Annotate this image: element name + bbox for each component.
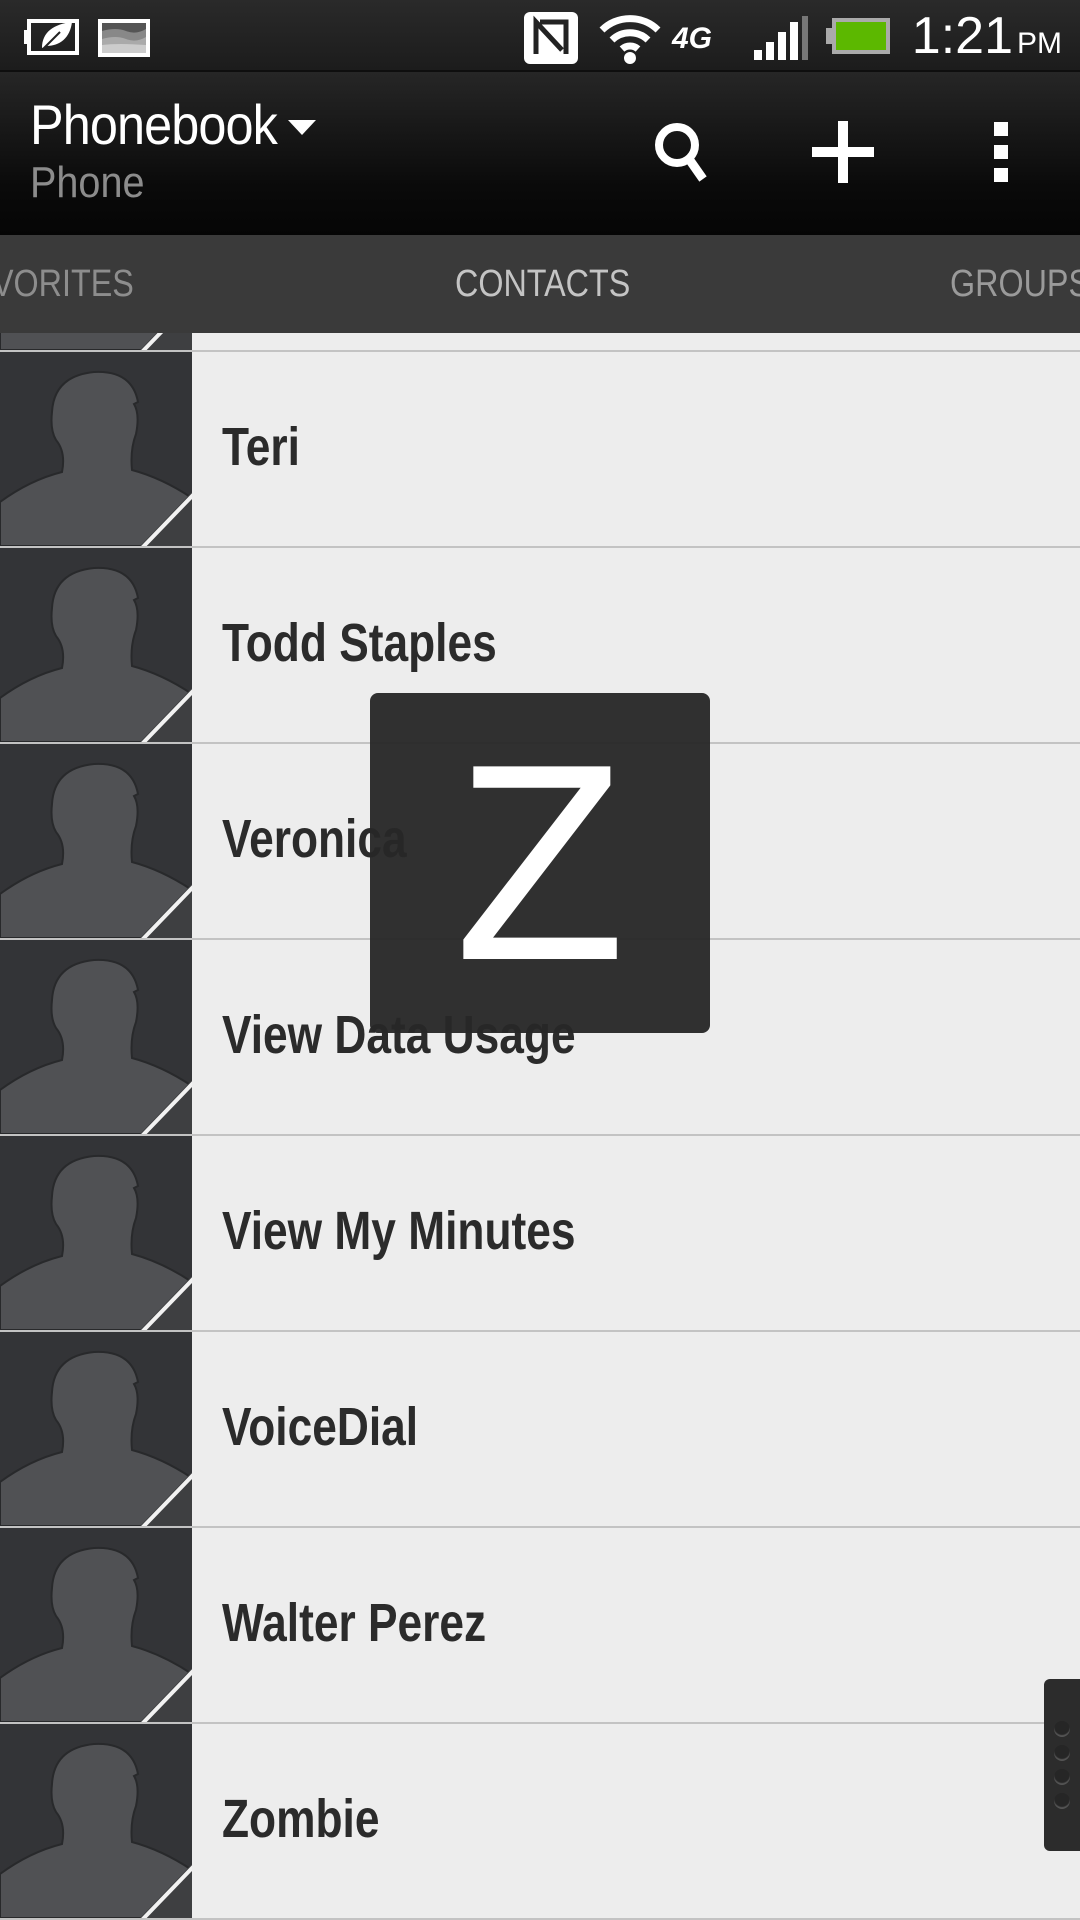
battery-icon <box>826 16 892 61</box>
contact-avatar[interactable] <box>0 1724 192 1918</box>
default-person-icon <box>0 1546 192 1722</box>
contact-avatar[interactable] <box>0 744 192 938</box>
action-bar: Phonebook Phone <box>0 72 1080 235</box>
contact-row[interactable] <box>0 333 1080 352</box>
contact-avatar[interactable] <box>0 548 192 742</box>
contact-avatar[interactable] <box>0 940 192 1134</box>
4g-icon: 4G <box>672 22 713 55</box>
contact-avatar[interactable] <box>0 333 192 350</box>
account-subtitle: Phone <box>30 158 145 207</box>
page-title: Phonebook <box>30 93 278 156</box>
contact-avatar[interactable] <box>0 1528 192 1722</box>
default-person-icon <box>0 333 192 350</box>
status-bar: 4G 1:21 PM <box>0 0 1080 72</box>
default-person-icon <box>0 762 192 938</box>
grip-dot-icon <box>1054 1793 1070 1809</box>
contact-name: Zombie <box>222 1789 380 1849</box>
contact-row[interactable]: Walter Perez <box>0 1528 1080 1724</box>
add-contact-button[interactable] <box>803 112 883 192</box>
contact-name: Teri <box>222 417 300 477</box>
search-button[interactable] <box>644 112 724 192</box>
index-letter-overlay: Z <box>370 693 710 1033</box>
search-icon <box>655 123 707 182</box>
contact-avatar[interactable] <box>0 1136 192 1330</box>
signal-icon <box>752 14 812 67</box>
clock-ampm: PM <box>1017 27 1062 60</box>
chevron-down-icon <box>288 120 316 135</box>
nfc-icon <box>522 10 580 71</box>
contact-row[interactable]: View My Minutes <box>0 1136 1080 1332</box>
default-person-icon <box>0 1350 192 1526</box>
contact-avatar[interactable] <box>0 1332 192 1526</box>
grip-dot-icon <box>1054 1721 1070 1737</box>
plus-icon <box>812 121 874 183</box>
default-person-icon <box>0 1742 192 1918</box>
index-letter: Z <box>454 707 626 1019</box>
wifi-icon <box>598 10 662 69</box>
default-person-icon <box>0 1154 192 1330</box>
default-person-icon <box>0 958 192 1134</box>
tab-bar: VORITES CONTACTS GROUPS <box>0 235 1080 333</box>
contact-row[interactable]: Zombie <box>0 1724 1080 1920</box>
grip-dot-icon <box>1054 1769 1070 1785</box>
tab-groups[interactable]: GROUPS <box>950 263 1080 306</box>
contact-row[interactable]: VoiceDial <box>0 1332 1080 1528</box>
contact-avatar[interactable] <box>0 352 192 546</box>
gallery-notification-icon <box>96 17 152 64</box>
contact-name: VoiceDial <box>222 1397 419 1457</box>
clock-time: 1:21 <box>911 7 1013 65</box>
overflow-menu-icon <box>994 122 1008 182</box>
grip-dot-icon <box>1054 1745 1070 1761</box>
fast-scroll-handle[interactable] <box>1044 1679 1080 1851</box>
default-person-icon <box>0 566 192 742</box>
clock: 1:21 PM <box>912 8 1062 72</box>
contact-name: Todd Staples <box>222 613 497 673</box>
power-saver-icon <box>24 18 84 61</box>
default-person-icon <box>0 370 192 546</box>
contact-list[interactable]: Teri Todd Staples Veronica View Data Usage V… <box>0 333 1080 1920</box>
tab-favorites[interactable]: VORITES <box>0 263 134 306</box>
more-options-button[interactable] <box>961 112 1041 192</box>
contact-name: View My Minutes <box>222 1201 576 1261</box>
contact-name: Walter Perez <box>222 1593 487 1653</box>
tab-contacts[interactable]: CONTACTS <box>455 263 630 306</box>
contact-row[interactable]: Teri <box>0 352 1080 548</box>
